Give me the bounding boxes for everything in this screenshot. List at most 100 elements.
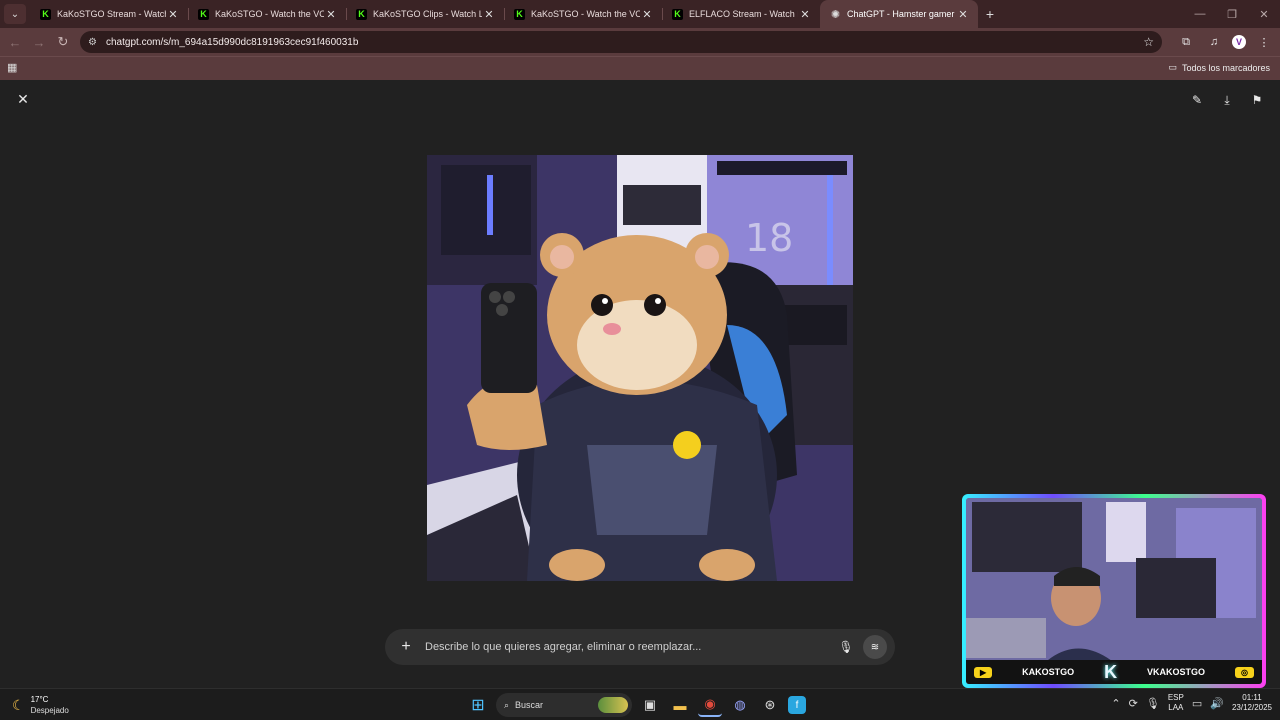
tab-title: KaKoSTGO - Watch the VOD on [531,9,640,19]
bookmarks-bar: ▦ ▭ Todos los marcadores [0,56,1280,80]
edit-prompt-input[interactable] [425,641,835,653]
network-icon[interactable]: ▭ [1192,697,1202,710]
close-tab-icon[interactable]: ✕ [956,8,970,21]
search-icon: ⌕ [504,699,510,710]
tab-title: KaKoSTGO - Watch the VOD on [215,9,324,19]
tab-search-button[interactable]: ⌄ [4,4,26,24]
tab-0[interactable]: K KaKoSTGO Stream - Watch Live ✕ [30,0,188,28]
browser-toolbar: ← → ↻ ⚙ chatgpt.com/s/m_694a15d990dc8191… [0,28,1280,56]
microphone-tray-icon[interactable]: 🎙 [1146,697,1160,710]
weather-temp: 17°C [30,695,49,704]
report-flag-icon[interactable]: ⚑ [1248,91,1266,109]
tab-2[interactable]: K KaKoSTGO Clips - Watch Live o ✕ [346,0,504,28]
toolbar-actions: ⧉ ♫ V ⋮ [1176,32,1274,52]
tab-title: ELFLACO Stream - Watch Live o [689,9,798,19]
chatgpt-icon: ✺ [830,8,841,21]
tab-title: KaKoSTGO Stream - Watch Live [57,9,166,19]
close-tab-icon[interactable]: ✕ [640,8,654,21]
tab-5[interactable]: ✺ ChatGPT - Hamster gamer con ✕ [820,0,978,28]
weather-desc: Despejado [30,706,69,715]
media-control-icon[interactable]: ♫ [1204,32,1224,52]
profile-avatar[interactable]: V [1232,35,1246,49]
svg-text:18: 18 [745,216,793,260]
instagram-icon: ◎ [1235,666,1254,678]
forward-icon[interactable]: → [27,35,51,50]
close-tab-icon[interactable]: ✕ [482,8,496,21]
streamer-name-left: KAKOSTGO [1022,667,1075,677]
new-tab-button[interactable]: + [978,0,1002,28]
clock-time: 01:11 [1242,693,1262,702]
kick-icon: K [514,8,525,20]
url-text: chatgpt.com/s/m_694a15d990dc8191963cec91… [106,36,359,48]
taskbar-apps: ⊞ ⌕ Buscar ▣ ▬ ◉ ◍ ⊛ f [466,693,806,717]
youtube-icon: ▶ [974,666,993,678]
reload-icon[interactable]: ↻ [51,34,75,50]
close-window-icon[interactable]: ✕ [1248,8,1280,21]
kick-icon: K [672,8,683,20]
voice-mode-button[interactable]: ≋ [863,635,887,659]
maximize-icon[interactable]: ❐ [1216,8,1248,21]
search-highlight-image [598,697,628,713]
facebook-app-icon[interactable]: f [788,696,806,714]
windows-taskbar: ☾ 17°C Despejado ⊞ ⌕ Buscar ▣ ▬ ◉ ◍ ⊛ f … [0,688,1280,720]
tab-1[interactable]: K KaKoSTGO - Watch the VOD on ✕ [188,0,346,28]
image-actions: ✎ ⤓ ⚑ [1188,91,1266,109]
add-attachment-button[interactable]: + [397,638,415,656]
tab-strip: ⌄ K KaKoSTGO Stream - Watch Live ✕ K KaK… [0,0,1280,28]
extensions-icon[interactable]: ⧉ [1176,32,1196,52]
weather-widget[interactable]: ☾ 17°C Despejado [12,694,69,716]
kick-icon: K [356,8,367,20]
file-explorer-icon[interactable]: ▬ [668,693,692,717]
menu-kebab-icon[interactable]: ⋮ [1254,32,1274,52]
task-view-icon[interactable]: ▣ [638,693,662,717]
edit-prompt-bar: + 🎙 ≋ [385,629,895,665]
webcam-scene [966,498,1262,684]
moon-weather-icon: ☾ [12,696,25,713]
apps-grid-icon[interactable]: ▦ [7,61,17,74]
sync-icon[interactable]: ⟳ [1129,697,1138,710]
close-icon[interactable]: ✕ [14,91,32,109]
kick-icon: K [198,8,209,20]
streamer-name-right: VKAKOSTGO [1147,667,1206,677]
clock[interactable]: 01:11 23/12/2025 [1232,693,1272,713]
webcam-feed: ▶ KAKOSTGO K VKAKOSTGO ◎ [966,498,1262,684]
all-bookmarks-label: Todos los marcadores [1181,62,1270,73]
search-label: Buscar [515,700,544,710]
folder-icon: ▭ [1168,62,1177,72]
microphone-icon[interactable]: 🎙 [835,640,857,654]
download-icon[interactable]: ⤓ [1218,91,1236,109]
channel-logo-icon: K [1104,661,1118,682]
tab-4[interactable]: K ELFLACO Stream - Watch Live o ✕ [662,0,820,28]
tab-3[interactable]: K KaKoSTGO - Watch the VOD on ✕ [504,0,662,28]
close-tab-icon[interactable]: ✕ [798,8,812,21]
steam-icon[interactable]: ⊛ [758,693,782,717]
bookmark-star-icon[interactable]: ☆ [1143,35,1154,49]
address-bar[interactable]: ⚙ chatgpt.com/s/m_694a15d990dc8191963cec… [80,31,1162,53]
site-info-icon[interactable]: ⚙ [88,37,102,48]
window-controls: — ❐ ✕ [1184,0,1280,28]
minimize-icon[interactable]: — [1184,8,1216,20]
system-tray: ⌃ ⟳ 🎙 ESP LAA ▭ 🔊 01:11 23/12/2025 [1111,693,1272,713]
volume-icon[interactable]: 🔊 [1210,697,1224,710]
lang-top: ESP [1167,693,1184,702]
close-tab-icon[interactable]: ✕ [166,8,180,21]
windows-start-icon[interactable]: ⊞ [466,693,490,717]
streamer-name-bar: ▶ KAKOSTGO K VKAKOSTGO ◎ [966,660,1262,684]
chevron-up-icon[interactable]: ⌃ [1111,697,1120,710]
kick-icon: K [40,8,51,20]
hamster-gamer-image: 18 [427,155,853,581]
chrome-icon[interactable]: ◉ [698,693,722,717]
app-icon[interactable]: ◍ [728,693,752,717]
taskbar-search[interactable]: ⌕ Buscar [496,693,632,717]
close-tab-icon[interactable]: ✕ [324,8,338,21]
tab-title: ChatGPT - Hamster gamer con [847,9,956,19]
language-indicator[interactable]: ESP LAA [1168,693,1184,713]
edit-image-icon[interactable]: ✎ [1188,91,1206,109]
tab-title: KaKoSTGO Clips - Watch Live o [373,9,482,19]
all-bookmarks-folder[interactable]: ▭ Todos los marcadores [1168,62,1270,73]
clock-date: 23/12/2025 [1231,703,1272,712]
generated-image: 18 [427,155,853,581]
webcam-overlay: ▶ KAKOSTGO K VKAKOSTGO ◎ [962,494,1266,688]
back-icon[interactable]: ← [3,35,27,50]
lang-bottom: LAA [1168,703,1184,712]
